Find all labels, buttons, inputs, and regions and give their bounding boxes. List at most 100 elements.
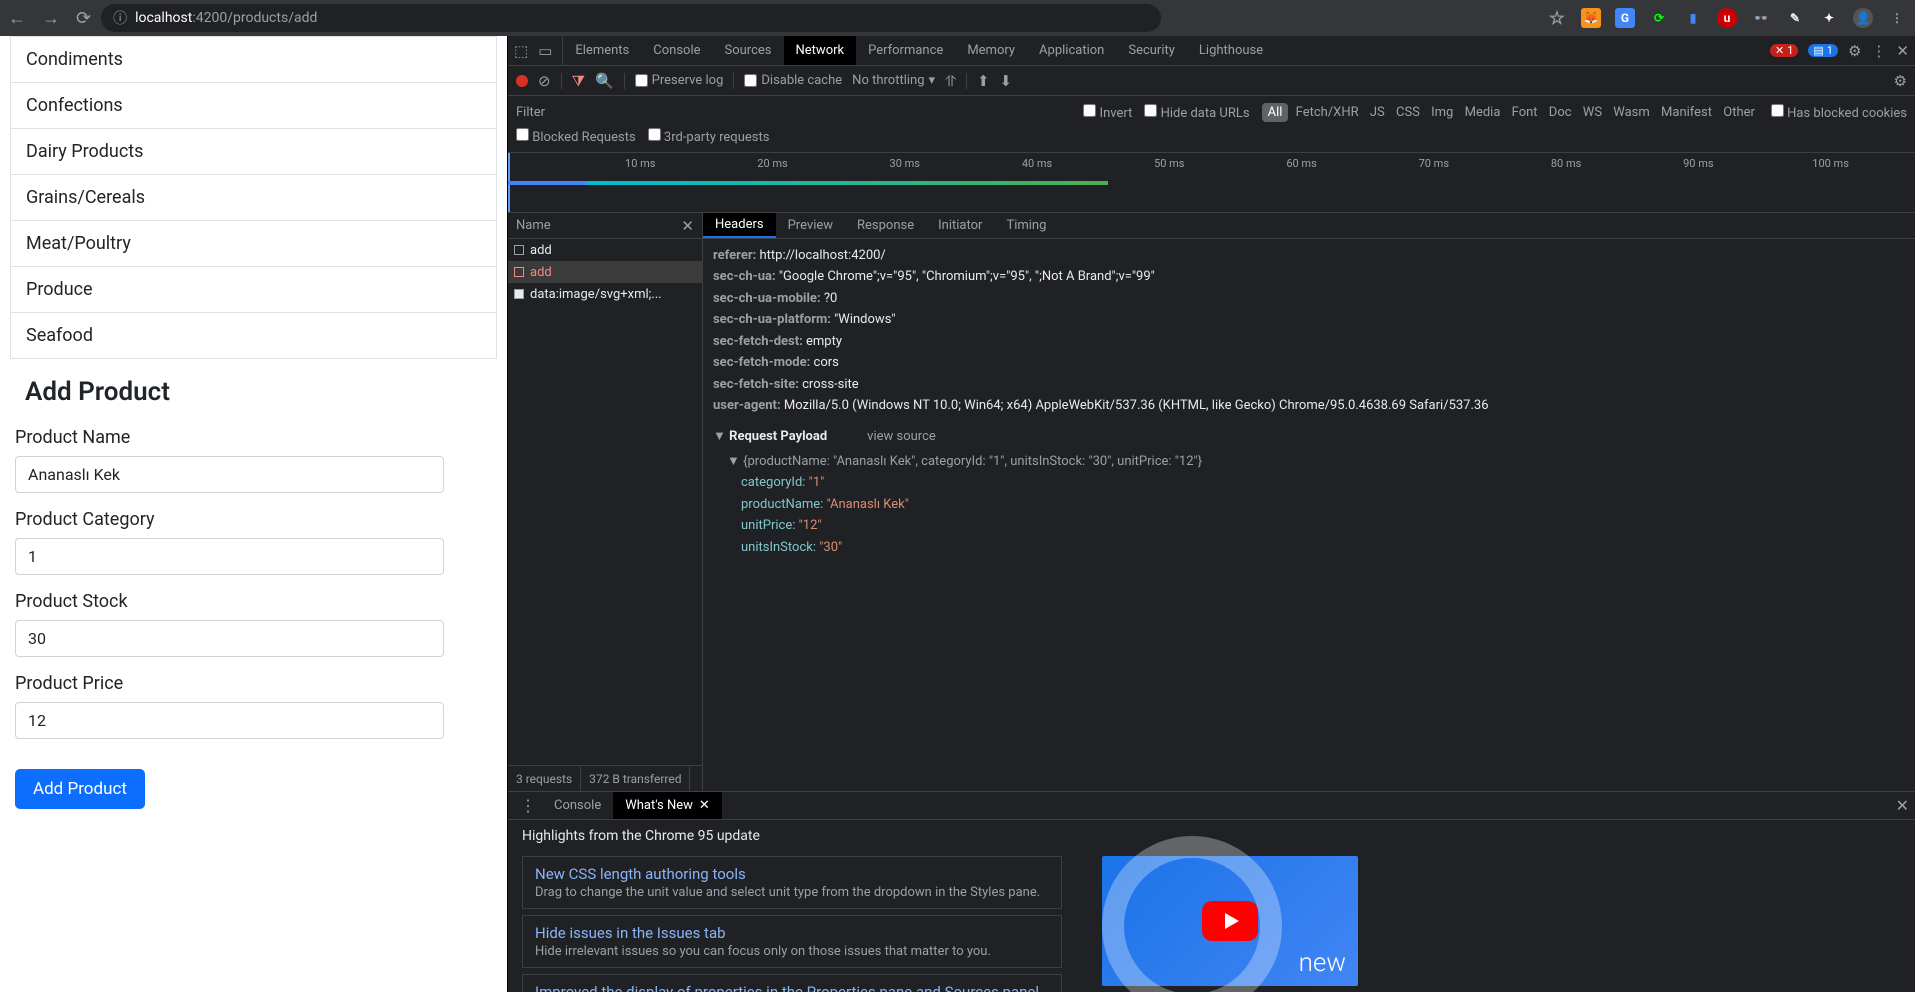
blocked-requests-checkbox[interactable]: Blocked Requests	[516, 128, 636, 145]
clear-icon[interactable]: ⊘	[538, 72, 551, 90]
tab-console[interactable]: Console	[641, 36, 712, 65]
product-category-input[interactable]	[15, 538, 444, 575]
issue-count: 1	[1827, 44, 1833, 57]
inspect-element-icon[interactable]: ⬚	[514, 42, 528, 60]
preserve-log-checkbox[interactable]: Preserve log	[635, 73, 724, 88]
avatar-icon[interactable]: 👤	[1853, 8, 1873, 28]
gear-icon[interactable]: ⚙	[1848, 42, 1861, 60]
add-product-button[interactable]: Add Product	[15, 769, 145, 809]
menu-icon[interactable]: ⋮	[1887, 8, 1907, 28]
category-item[interactable]: Confections	[10, 83, 497, 129]
ext-icon-5[interactable]: u	[1717, 8, 1737, 28]
address-bar[interactable]: ⓘ localhost:4200/products/add	[101, 4, 1161, 32]
third-party-checkbox[interactable]: 3rd-party requests	[648, 128, 770, 145]
filter-type-css[interactable]: CSS	[1392, 103, 1424, 122]
close-detail-icon[interactable]: ✕	[681, 217, 694, 235]
hide-data-urls-checkbox[interactable]: Hide data URLs	[1144, 104, 1249, 121]
issues-badge[interactable]: ▤ 1	[1808, 44, 1838, 57]
device-toolbar-icon[interactable]: ▭	[538, 42, 552, 60]
import-har-icon[interactable]: ⬆	[977, 72, 990, 90]
detail-tab-headers[interactable]: Headers	[703, 213, 776, 238]
ext-icon-3[interactable]: ⟳	[1649, 8, 1669, 28]
bookmark-star-icon[interactable]: ☆	[1547, 8, 1567, 28]
whats-new-card[interactable]: New CSS length authoring toolsDrag to ch…	[522, 856, 1062, 909]
timeline-tick: 60 ms	[1286, 157, 1316, 170]
view-source-link[interactable]: view source	[867, 429, 936, 444]
filter-type-manifest[interactable]: Manifest	[1657, 103, 1716, 122]
filter-type-js[interactable]: JS	[1366, 103, 1389, 122]
tab-application[interactable]: Application	[1027, 36, 1116, 65]
ext-icon-4[interactable]: ▮	[1683, 8, 1703, 28]
tab-console[interactable]: Console	[542, 792, 613, 819]
card-title: New CSS length authoring tools	[535, 865, 1049, 883]
filter-type-all[interactable]: All	[1262, 103, 1289, 122]
filter-type-font[interactable]: Font	[1508, 103, 1542, 122]
ext-icon-1[interactable]: 🦊	[1581, 8, 1601, 28]
tab-sources[interactable]: Sources	[713, 36, 784, 65]
filter-toggle-icon[interactable]: ⧩	[572, 72, 585, 90]
detail-tab-initiator[interactable]: Initiator	[926, 213, 994, 238]
detail-tab-timing[interactable]: Timing	[994, 213, 1058, 238]
category-item[interactable]: Produce	[10, 267, 497, 313]
forward-icon[interactable]: →	[42, 8, 60, 29]
tab-lighthouse[interactable]: Lighthouse	[1187, 36, 1275, 65]
product-stock-input[interactable]	[15, 620, 444, 657]
filter-type-other[interactable]: Other	[1719, 103, 1759, 122]
tab-elements[interactable]: Elements	[563, 36, 641, 65]
request-row[interactable]: add	[508, 239, 702, 261]
video-thumbnail[interactable]: new	[1102, 856, 1358, 986]
product-name-input[interactable]	[15, 456, 444, 493]
category-item[interactable]: Meat/Poultry	[10, 221, 497, 267]
tab-whats-new[interactable]: What's New✕	[613, 792, 722, 819]
request-row[interactable]: data:image/svg+xml;...	[508, 283, 702, 305]
close-tab-icon[interactable]: ✕	[699, 798, 710, 813]
close-drawer-icon[interactable]: ✕	[1896, 796, 1909, 815]
tab-network[interactable]: Network	[784, 36, 857, 65]
whats-new-card[interactable]: Improved the display of properties in th…	[522, 974, 1062, 992]
tab-memory[interactable]: Memory	[955, 36, 1027, 65]
ext-icon-6[interactable]: 👓	[1751, 8, 1771, 28]
tab-performance[interactable]: Performance	[856, 36, 955, 65]
close-devtools-icon[interactable]: ✕	[1896, 42, 1909, 60]
filter-type-wasm[interactable]: Wasm	[1609, 103, 1654, 122]
filter-input[interactable]: Filter	[516, 105, 545, 120]
ext-icon-2[interactable]: G	[1615, 8, 1635, 28]
network-conditions-icon[interactable]: ⥣	[945, 72, 956, 90]
timeline-overview[interactable]: 10 ms20 ms30 ms40 ms50 ms60 ms70 ms80 ms…	[508, 153, 1915, 213]
category-item[interactable]: Dairy Products	[10, 129, 497, 175]
info-icon[interactable]: ⓘ	[113, 8, 127, 28]
request-payload-section[interactable]: ▼ Request Payloadview source	[713, 417, 1905, 451]
throttling-select[interactable]: No throttling▾	[852, 73, 935, 88]
product-price-input[interactable]	[15, 702, 444, 739]
record-icon[interactable]	[516, 75, 528, 87]
search-icon[interactable]: 🔍	[595, 72, 614, 90]
more-icon[interactable]: ⋮	[1871, 42, 1886, 60]
detail-tab-preview[interactable]: Preview	[776, 213, 845, 238]
whats-new-card[interactable]: Hide issues in the Issues tabHide irrele…	[522, 915, 1062, 968]
filter-type-media[interactable]: Media	[1461, 103, 1505, 122]
name-column-header[interactable]: Name	[516, 218, 551, 233]
reload-icon[interactable]: ⟳	[76, 8, 91, 29]
blocked-cookies-checkbox[interactable]: Has blocked cookies	[1771, 104, 1907, 121]
filter-type-fetchxhr[interactable]: Fetch/XHR	[1292, 103, 1363, 122]
filter-type-doc[interactable]: Doc	[1545, 103, 1576, 122]
url-host: localhost	[135, 10, 192, 26]
error-badge[interactable]: ✕ 1	[1770, 44, 1798, 57]
request-name: data:image/svg+xml;...	[530, 287, 662, 302]
tab-security[interactable]: Security	[1116, 36, 1187, 65]
request-row[interactable]: add	[508, 261, 702, 283]
back-icon[interactable]: ←	[8, 8, 26, 29]
invert-checkbox[interactable]: Invert	[1083, 104, 1132, 121]
filter-type-ws[interactable]: WS	[1579, 103, 1606, 122]
ext-icon-7[interactable]: ✎	[1785, 8, 1805, 28]
filter-type-img[interactable]: Img	[1427, 103, 1457, 122]
category-item[interactable]: Grains/Cereals	[10, 175, 497, 221]
extensions-icon[interactable]: ✦	[1819, 8, 1839, 28]
disable-cache-checkbox[interactable]: Disable cache	[744, 73, 842, 88]
network-settings-icon[interactable]: ⚙	[1894, 72, 1907, 90]
category-item[interactable]: Condiments	[10, 36, 497, 83]
detail-tab-response[interactable]: Response	[845, 213, 926, 238]
export-har-icon[interactable]: ⬇	[1000, 72, 1013, 90]
category-item[interactable]: Seafood	[10, 313, 497, 359]
drawer-more-icon[interactable]: ⋮	[514, 796, 542, 815]
